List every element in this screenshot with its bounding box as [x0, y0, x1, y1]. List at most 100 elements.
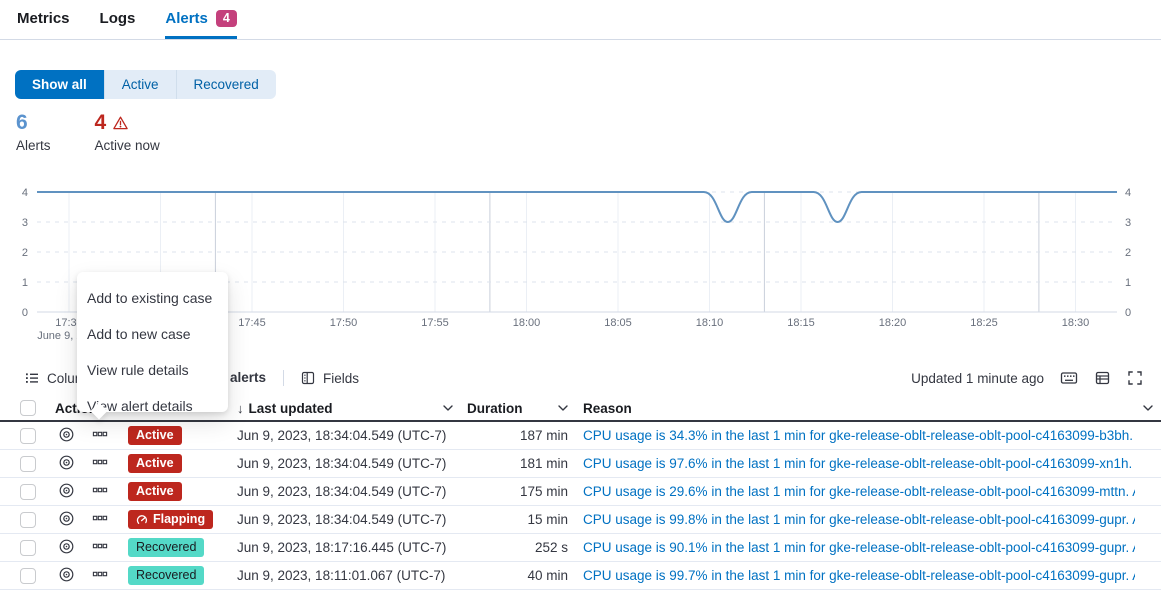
svg-text:3: 3 — [1125, 217, 1131, 229]
list-icon — [24, 370, 40, 386]
chevron-down-icon[interactable] — [443, 405, 453, 412]
view-alert-details-button[interactable] — [58, 510, 75, 527]
column-header-reason[interactable]: Reason — [583, 401, 1135, 416]
status-badge-label: Active — [136, 426, 174, 445]
warning-icon — [112, 115, 129, 131]
tab-metrics[interactable]: Metrics — [17, 10, 70, 36]
column-header-duration[interactable]: Duration — [453, 401, 568, 416]
reason-link[interactable]: CPU usage is 90.1% in the last 1 min for… — [583, 540, 1135, 555]
row-actions-button[interactable] — [92, 538, 108, 554]
alerts-table: Actions ↓ Last updated Duration Reason — [0, 396, 1161, 590]
row-checkbox[interactable] — [20, 512, 36, 528]
svg-text:18:20: 18:20 — [879, 317, 907, 329]
table-row: Recovered Jun 9, 2023, 18:11:01.067 (UTC… — [0, 562, 1161, 590]
status-badge-label: Recovered — [136, 538, 196, 557]
table-row: Active Jun 9, 2023, 18:34:04.549 (UTC-7)… — [0, 422, 1161, 450]
row-checkbox[interactable] — [20, 540, 36, 556]
chevron-down-icon[interactable] — [1143, 405, 1153, 412]
last-updated-cell: Jun 9, 2023, 18:17:16.445 (UTC-7) — [223, 540, 453, 555]
status-badge-label: Active — [136, 482, 174, 501]
active-now-count: 4 — [95, 111, 107, 135]
duration-cell: 181 min — [453, 456, 568, 471]
row-actions-button[interactable] — [92, 426, 108, 442]
fields-icon — [300, 370, 316, 386]
row-actions-button[interactable] — [92, 482, 108, 498]
filter-recovered-button[interactable]: Recovered — [176, 70, 276, 99]
svg-text:1: 1 — [1125, 277, 1131, 289]
table-density-button[interactable] — [1094, 370, 1111, 386]
total-alerts-count: 6 — [16, 111, 51, 135]
view-alert-details-button[interactable] — [58, 538, 75, 555]
more-actions-icon — [92, 482, 108, 498]
filter-active-button[interactable]: Active — [104, 70, 176, 99]
reason-link[interactable]: CPU usage is 29.6% in the last 1 min for… — [583, 484, 1135, 499]
svg-text:2: 2 — [22, 247, 28, 259]
fields-button[interactable]: Fields — [300, 366, 359, 390]
svg-text:18:15: 18:15 — [787, 317, 815, 329]
duration-cell: 252 s — [453, 540, 568, 555]
table-row: Recovered Jun 9, 2023, 18:17:16.445 (UTC… — [0, 534, 1161, 562]
svg-text:18:25: 18:25 — [970, 317, 998, 329]
reason-link[interactable]: CPU usage is 99.7% in the last 1 min for… — [583, 568, 1135, 583]
eye-icon — [58, 426, 75, 443]
row-checkbox[interactable] — [20, 428, 36, 444]
svg-text:2: 2 — [1125, 247, 1131, 259]
view-alert-details-button[interactable] — [58, 454, 75, 471]
reason-link[interactable]: CPU usage is 34.3% in the last 1 min for… — [583, 428, 1135, 443]
eye-icon — [58, 510, 75, 527]
status-badge: Active — [128, 454, 182, 473]
view-alert-details-button[interactable] — [58, 482, 75, 499]
tab-metrics-label: Metrics — [17, 10, 70, 27]
total-alerts-label: Alerts — [16, 138, 51, 153]
more-actions-icon — [92, 426, 108, 442]
fullscreen-button[interactable] — [1127, 370, 1143, 386]
keyboard-shortcuts-button[interactable] — [1060, 370, 1078, 386]
menu-item-add-to-existing-case[interactable]: Add to existing case — [77, 280, 228, 316]
alerts-count-badge: 4 — [216, 10, 237, 27]
tab-logs-label: Logs — [100, 10, 136, 27]
reason-link[interactable]: CPU usage is 97.6% in the last 1 min for… — [583, 456, 1135, 471]
select-all-checkbox[interactable] — [20, 400, 36, 416]
toolbar-divider — [283, 370, 284, 386]
duration-cell: 15 min — [453, 512, 568, 527]
row-checkbox[interactable] — [20, 568, 36, 584]
sort-down-icon: ↓ — [237, 401, 244, 416]
table-row: Active Jun 9, 2023, 18:34:04.549 (UTC-7)… — [0, 478, 1161, 506]
alert-status-filter-group: Show all Active Recovered — [15, 70, 276, 99]
alerts-summary: 6 Alerts 4 Active now — [16, 111, 160, 153]
tab-alerts[interactable]: Alerts 4 — [165, 10, 236, 39]
svg-text:18:30: 18:30 — [1062, 317, 1090, 329]
reason-link[interactable]: CPU usage is 99.8% in the last 1 min for… — [583, 512, 1135, 527]
chevron-down-icon[interactable] — [558, 405, 568, 412]
context-menu: Add to existing caseAdd to new caseView … — [77, 272, 228, 412]
status-badge-label: Active — [136, 454, 174, 473]
more-actions-icon — [92, 454, 108, 470]
last-updated-status: Updated 1 minute ago — [911, 371, 1044, 386]
row-actions-button[interactable] — [92, 510, 108, 526]
status-badge: Recovered — [128, 566, 204, 585]
row-checkbox[interactable] — [20, 484, 36, 500]
svg-text:4: 4 — [1125, 187, 1131, 199]
tab-logs[interactable]: Logs — [100, 10, 136, 36]
svg-text:0: 0 — [22, 307, 28, 319]
more-actions-icon — [92, 538, 108, 554]
svg-text:3: 3 — [22, 217, 28, 229]
status-badge-label: Flapping — [153, 510, 205, 529]
alerts-count-label: alerts — [230, 370, 266, 385]
eye-icon — [58, 566, 75, 583]
menu-item-add-to-new-case[interactable]: Add to new case — [77, 316, 228, 352]
last-updated-cell: Jun 9, 2023, 18:34:04.549 (UTC-7) — [223, 428, 453, 443]
svg-text:17:50: 17:50 — [330, 317, 358, 329]
filter-show-all-button[interactable]: Show all — [15, 70, 104, 99]
view-alert-details-button[interactable] — [58, 426, 75, 443]
row-actions-button[interactable] — [92, 454, 108, 470]
menu-item-view-rule-details[interactable]: View rule details — [77, 352, 228, 388]
fields-button-label: Fields — [323, 371, 359, 386]
column-header-last-updated[interactable]: ↓ Last updated — [223, 401, 453, 416]
svg-text:18:10: 18:10 — [696, 317, 724, 329]
more-actions-icon — [92, 566, 108, 582]
row-checkbox[interactable] — [20, 456, 36, 472]
row-actions-button[interactable] — [92, 566, 108, 582]
svg-text:17:55: 17:55 — [421, 317, 449, 329]
view-alert-details-button[interactable] — [58, 566, 75, 583]
